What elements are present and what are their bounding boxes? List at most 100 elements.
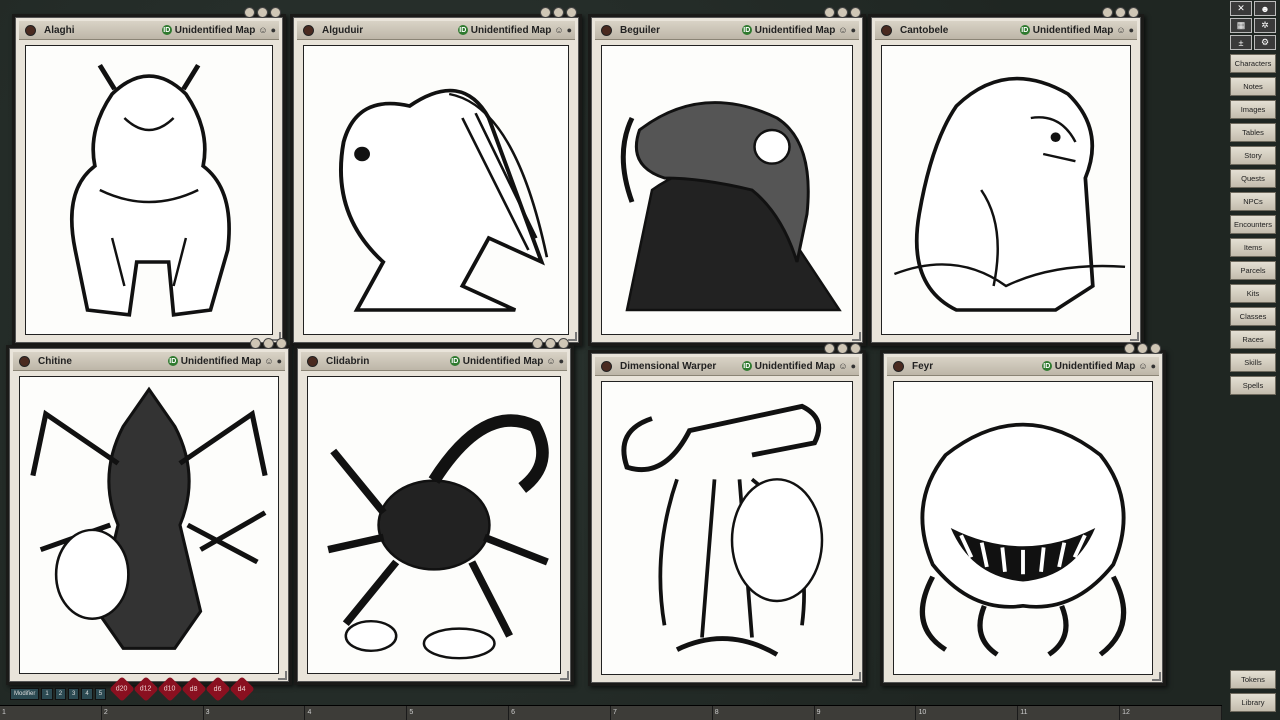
options-icon[interactable]: ⚙ xyxy=(1254,35,1276,50)
link-icon[interactable] xyxy=(19,355,30,367)
hotkey-slot[interactable]: 5 xyxy=(407,706,510,720)
window-controls[interactable] xyxy=(250,338,287,349)
hotkey-slot[interactable]: 9 xyxy=(815,706,917,720)
d6-die-icon[interactable]: d6 xyxy=(205,676,231,702)
sidebar-item-images[interactable]: Images xyxy=(1230,100,1276,119)
hotkey-slot[interactable]: 8 xyxy=(713,706,815,720)
window-controls[interactable] xyxy=(532,338,569,349)
sidebar-item-npcs[interactable]: NPCs xyxy=(1230,192,1276,211)
window-titlebar[interactable]: Chitine ID Unidentified Map ☺ ● xyxy=(13,352,285,371)
window-dimensional-warper[interactable]: Dimensional Warper ID Unidentified Map ☺… xyxy=(588,343,866,686)
resize-handle[interactable] xyxy=(852,332,861,341)
sidebar-item-spells[interactable]: Spells xyxy=(1230,376,1276,395)
sidebar-item-classes[interactable]: Classes xyxy=(1230,307,1276,326)
link-icon[interactable] xyxy=(893,360,904,372)
resize-handle[interactable] xyxy=(1152,672,1161,681)
sidebar-item-quests[interactable]: Quests xyxy=(1230,169,1276,188)
id-badge-icon[interactable]: ID xyxy=(161,25,172,35)
d10-die-icon[interactable]: d10 xyxy=(157,676,183,702)
d4-die-icon[interactable]: d4 xyxy=(229,676,255,702)
sidebar-item-library[interactable]: Library xyxy=(1230,693,1276,712)
modifier-icon[interactable]: ± xyxy=(1230,35,1252,50)
lock-icon[interactable]: ● xyxy=(567,25,572,35)
link-icon[interactable] xyxy=(307,355,318,367)
hotkey-slot[interactable]: 11 xyxy=(1018,706,1121,720)
share-icon[interactable]: ☺ xyxy=(1138,361,1147,371)
hotkey-slot[interactable]: 3 xyxy=(204,706,306,720)
id-badge-icon[interactable]: ID xyxy=(741,361,752,371)
window-alguduir[interactable]: Alguduir ID Unidentified Map ☺ ● xyxy=(290,7,582,346)
link-icon[interactable] xyxy=(25,24,36,36)
party-icon[interactable]: ☻ xyxy=(1254,1,1276,16)
id-badge-icon[interactable]: ID xyxy=(449,356,460,366)
window-controls[interactable] xyxy=(540,7,577,18)
sidebar-item-notes[interactable]: Notes xyxy=(1230,77,1276,96)
window-controls[interactable] xyxy=(1124,343,1161,354)
lock-icon[interactable]: ● xyxy=(851,25,856,35)
window-titlebar[interactable]: Beguiler ID Unidentified Map ☺ ● xyxy=(595,21,859,40)
hotkey-slot[interactable]: 7 xyxy=(611,706,713,720)
sidebar-item-tokens[interactable]: Tokens xyxy=(1230,670,1276,689)
sidebar-item-story[interactable]: Story xyxy=(1230,146,1276,165)
sidebar-item-tables[interactable]: Tables xyxy=(1230,123,1276,142)
link-icon[interactable] xyxy=(601,360,612,372)
d20-die-icon[interactable]: d20 xyxy=(109,676,135,702)
id-badge-icon[interactable]: ID xyxy=(741,25,752,35)
hotkey-slot[interactable]: 12 xyxy=(1120,706,1222,720)
window-controls[interactable] xyxy=(824,343,861,354)
share-icon[interactable]: ☺ xyxy=(1116,25,1125,35)
share-icon[interactable]: ☺ xyxy=(258,25,267,35)
sidebar-item-parcels[interactable]: Parcels xyxy=(1230,261,1276,280)
lock-icon[interactable]: ● xyxy=(1151,361,1156,371)
hotkey-slot[interactable]: 1 xyxy=(0,706,102,720)
share-icon[interactable]: ☺ xyxy=(554,25,563,35)
window-titlebar[interactable]: Feyr ID Unidentified Map ☺ ● xyxy=(887,357,1159,376)
window-titlebar[interactable]: Alaghi ID Unidentified Map ☺ ● xyxy=(19,21,279,40)
modifier-slot[interactable]: 1 xyxy=(41,688,53,700)
sidebar-item-skills[interactable]: Skills xyxy=(1230,353,1276,372)
resize-handle[interactable] xyxy=(278,671,287,680)
hotkey-slot[interactable]: 4 xyxy=(305,706,408,720)
lock-icon[interactable]: ● xyxy=(277,356,282,366)
lock-icon[interactable]: ● xyxy=(1129,25,1134,35)
window-chitine[interactable]: Chitine ID Unidentified Map ☺ ● xyxy=(6,338,292,685)
id-badge-icon[interactable]: ID xyxy=(1019,25,1030,35)
id-badge-icon[interactable]: ID xyxy=(167,356,178,366)
share-icon[interactable]: ☺ xyxy=(838,25,847,35)
resize-handle[interactable] xyxy=(560,671,569,680)
lock-icon[interactable]: ● xyxy=(559,356,564,366)
window-clidabrin[interactable]: Clidabrin ID Unidentified Map ☺ ● xyxy=(294,338,574,685)
modifier-slot[interactable]: 2 xyxy=(54,688,67,700)
sidebar-item-characters[interactable]: Characters xyxy=(1230,54,1276,73)
window-feyr[interactable]: Feyr ID Unidentified Map ☺ ● xyxy=(880,343,1166,686)
hotkey-slot[interactable]: 10 xyxy=(916,706,1019,720)
window-controls[interactable] xyxy=(824,7,861,18)
share-icon[interactable]: ☺ xyxy=(546,356,555,366)
id-badge-icon[interactable]: ID xyxy=(457,25,468,35)
lock-icon[interactable]: ● xyxy=(851,361,856,371)
resize-handle[interactable] xyxy=(568,332,577,341)
window-titlebar[interactable]: Clidabrin ID Unidentified Map ☺ ● xyxy=(301,352,567,371)
close-icon[interactable]: ✕ xyxy=(1230,1,1252,16)
share-icon[interactable]: ☺ xyxy=(264,356,273,366)
modifier-slot[interactable]: 4 xyxy=(81,688,93,700)
hotkey-slot[interactable]: 6 xyxy=(509,706,611,720)
sidebar-item-races[interactable]: Races xyxy=(1230,330,1276,349)
sidebar-item-encounters[interactable]: Encounters xyxy=(1230,215,1276,234)
grid-icon[interactable]: ▦ xyxy=(1230,18,1252,33)
link-icon[interactable] xyxy=(303,24,314,36)
window-titlebar[interactable]: Dimensional Warper ID Unidentified Map ☺… xyxy=(595,357,859,376)
sidebar-item-items[interactable]: Items xyxy=(1230,238,1276,257)
id-badge-icon[interactable]: ID xyxy=(1041,361,1052,371)
window-cantobele[interactable]: Cantobele ID Unidentified Map ☺ ● xyxy=(868,7,1144,346)
link-icon[interactable] xyxy=(601,24,612,36)
modifier-label[interactable]: Modifier xyxy=(10,688,40,700)
share-icon[interactable]: ☺ xyxy=(838,361,847,371)
window-titlebar[interactable]: Alguduir ID Unidentified Map ☺ ● xyxy=(297,21,575,40)
modifier-slot[interactable]: 3 xyxy=(68,688,80,700)
link-icon[interactable] xyxy=(881,24,892,36)
window-beguiler[interactable]: Beguiler ID Unidentified Map ☺ ● xyxy=(588,7,866,346)
window-alaghi[interactable]: Alaghi ID Unidentified Map ☺ ● xyxy=(12,7,286,346)
window-controls[interactable] xyxy=(244,7,281,18)
resize-handle[interactable] xyxy=(1130,332,1139,341)
